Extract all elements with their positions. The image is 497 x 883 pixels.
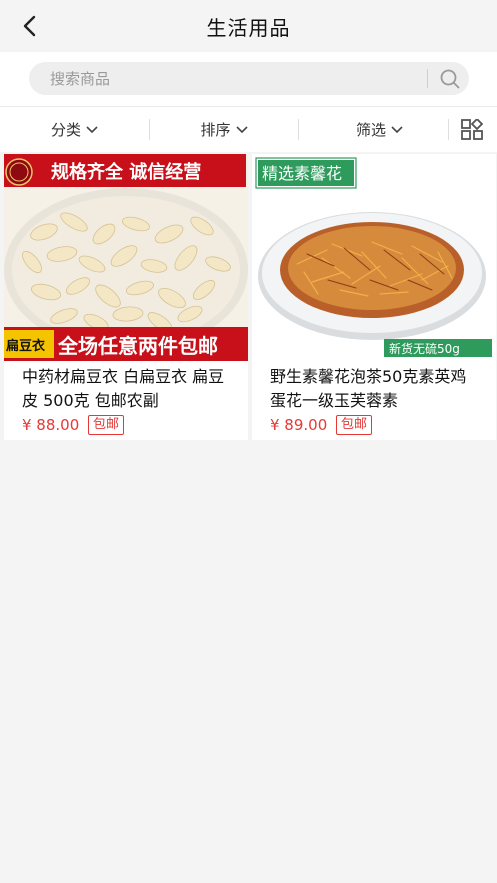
product-card[interactable]: 规格齐全 诚信经营 扁豆衣 全场任意两件包邮 中药材扁豆衣 白扁豆衣 扁豆皮 5… [4, 154, 248, 440]
filter-bar: 分类 排序 筛选 [0, 106, 497, 152]
image-label-bottom: 新货无硫50g [389, 341, 460, 356]
product-name: 中药材扁豆衣 白扁豆衣 扁豆皮 500克 包邮农副 [22, 367, 225, 410]
filter-sort[interactable]: 排序 [150, 107, 299, 152]
filter-divider [448, 119, 449, 140]
search-bar [0, 52, 497, 106]
grid-layout-icon [461, 117, 484, 140]
product-card[interactable]: 精选素馨花 新货无硫50g 野生素馨花泡茶50克素英鸡蛋花一级玉芙蓉素 ¥ 89… [252, 154, 496, 440]
filter-screen[interactable]: 筛选 [299, 107, 461, 152]
chevron-down-icon [390, 125, 404, 135]
search-box [29, 62, 469, 95]
chevron-down-icon [235, 125, 249, 135]
free-shipping-tag: 包邮 [336, 415, 373, 435]
search-button[interactable] [434, 64, 466, 93]
filter-category-label: 分类 [50, 121, 81, 139]
top-bar: 生活用品 [0, 0, 497, 52]
search-input[interactable] [50, 62, 420, 95]
product-name: 野生素馨花泡茶50克素英鸡蛋花一级玉芙蓉素 [270, 367, 467, 410]
product-label-text: 扁豆衣 [6, 338, 45, 354]
chevron-down-icon [85, 125, 99, 135]
filter-category[interactable]: 分类 [0, 107, 150, 152]
filter-sort-label: 排序 [200, 121, 231, 139]
search-divider [427, 69, 428, 88]
product-image: 规格齐全 诚信经营 扁豆衣 全场任意两件包邮 [4, 154, 248, 361]
banner-bottom-text: 全场任意两件包邮 [57, 334, 218, 358]
banner-top-text: 规格齐全 诚信经营 [51, 161, 201, 183]
search-icon [440, 69, 460, 88]
product-price: ¥ 89.00 [270, 416, 328, 434]
product-price: ¥ 88.00 [22, 416, 80, 434]
page-title: 生活用品 [206, 16, 291, 40]
image-label-top: 精选素馨花 [262, 164, 342, 183]
product-image: 精选素馨花 新货无硫50g [252, 154, 496, 361]
filter-screen-label: 筛选 [355, 121, 386, 139]
layout-toggle-button[interactable] [461, 117, 485, 141]
free-shipping-tag: 包邮 [88, 415, 125, 435]
